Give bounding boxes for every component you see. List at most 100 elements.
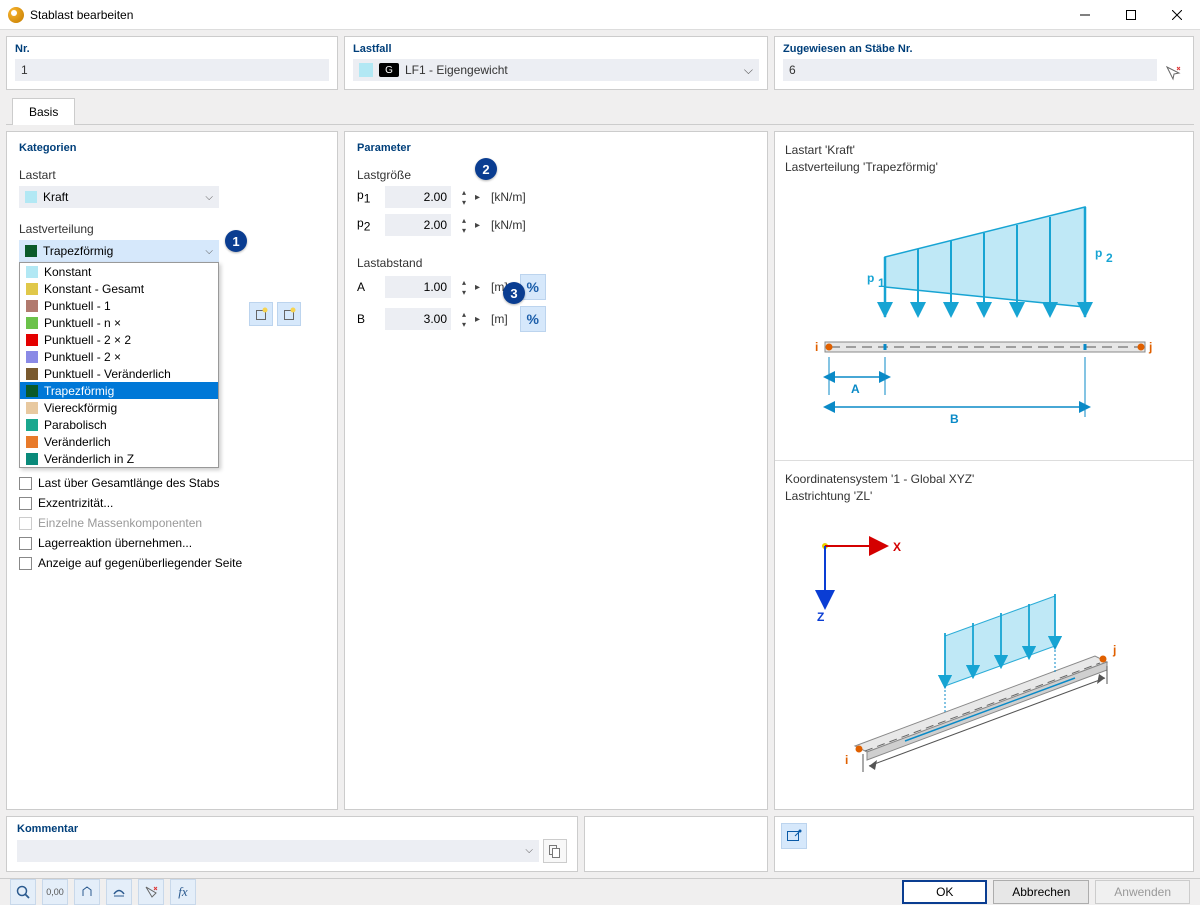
p2-row: p2 2.00 ▴▾ ▸ [kN/m]: [357, 214, 755, 236]
a-up[interactable]: ▴: [459, 277, 469, 287]
p2-down[interactable]: ▾: [459, 225, 469, 235]
maximize-button[interactable]: [1108, 0, 1154, 30]
tool-button-2[interactable]: [106, 879, 132, 905]
dropdown-item-veraenderlich[interactable]: Veränderlich: [20, 433, 218, 450]
b-input[interactable]: 3.00: [385, 308, 451, 330]
help-button[interactable]: [10, 879, 36, 905]
a-label: A: [357, 280, 379, 294]
tool-button-1[interactable]: [74, 879, 100, 905]
dropdown-item-punktuell-n[interactable]: Punktuell - n ×: [20, 314, 218, 331]
tab-bar: Basis: [6, 98, 1194, 125]
dropdown-item-veraenderlich-z[interactable]: Veränderlich in Z: [20, 450, 218, 467]
opt-massenkomponenten: Einzelne Massenkomponenten: [19, 516, 325, 530]
chevron-down-icon: ⌵: [744, 63, 753, 78]
opt-exzentrizitaet[interactable]: Exzentrizität...: [19, 496, 325, 510]
p1-unit: [kN/m]: [491, 190, 526, 204]
b-down[interactable]: ▾: [459, 319, 469, 329]
tool-button-3[interactable]: [138, 879, 164, 905]
lastart-label: Lastart: [19, 168, 325, 182]
header-fields: Nr. 1 Lastfall G LF1 - Eigengewicht ⌵ Zu…: [6, 36, 1194, 90]
opt-lagerreaktion[interactable]: Lagerreaktion übernehmen...: [19, 536, 325, 550]
nr-label: Nr.: [15, 43, 329, 55]
units-button[interactable]: 0,00: [42, 879, 68, 905]
dropdown-item-konstant-gesamt[interactable]: Konstant - Gesamt: [20, 280, 218, 297]
dropdown-item-punktuell-var[interactable]: Punktuell - Veränderlich: [20, 365, 218, 382]
pick-member-button[interactable]: [1163, 63, 1183, 83]
b-up[interactable]: ▴: [459, 309, 469, 319]
lastgroesse-label: Lastgröße: [357, 168, 755, 182]
p1-up[interactable]: ▴: [459, 187, 469, 197]
p2-input[interactable]: 2.00: [385, 214, 451, 236]
svg-text:X: X: [893, 540, 901, 554]
tool-button-4[interactable]: fx: [170, 879, 196, 905]
svg-text:p: p: [867, 271, 874, 285]
dropdown-item-punktuell-1[interactable]: Punktuell - 1: [20, 297, 218, 314]
p1-arrow-icon[interactable]: ▸: [475, 192, 485, 203]
kategorien-heading: Kategorien: [19, 142, 325, 154]
svg-text:1: 1: [878, 276, 885, 290]
lastabstand-label: Lastabstand: [357, 256, 755, 270]
svg-text:i: i: [845, 753, 848, 767]
a-input[interactable]: 1.00: [385, 276, 451, 298]
view-settings-button[interactable]: [781, 823, 807, 849]
svg-text:Z: Z: [817, 610, 824, 624]
p1-input[interactable]: 2.00: [385, 186, 451, 208]
view-tool-panel: [774, 816, 1194, 872]
dropdown-item-trapez[interactable]: Trapezförmig: [20, 382, 218, 399]
dropdown-item-konstant[interactable]: Konstant: [20, 263, 218, 280]
dropdown-item-punktuell-2x2[interactable]: Punktuell - 2 × 2: [20, 331, 218, 348]
lastverteilung-label: Lastverteilung: [19, 222, 325, 236]
footer: 0,00 fx OK Abbrechen Anwenden: [0, 878, 1200, 905]
svg-text:2: 2: [1106, 251, 1113, 265]
p2-label: p2: [357, 216, 379, 233]
bottom-row: Kommentar ⌵: [6, 816, 1194, 872]
p2-arrow-icon[interactable]: ▸: [475, 220, 485, 231]
callout-2: 2: [475, 158, 497, 180]
lastfall-category-badge: G: [379, 63, 399, 77]
b-arrow-icon[interactable]: ▸: [475, 314, 485, 325]
lastart-swatch: [25, 191, 37, 203]
lastart-select[interactable]: Kraft ⌵: [19, 186, 219, 208]
nr-input[interactable]: 1: [15, 59, 329, 81]
new-load-button[interactable]: [249, 302, 273, 326]
app-icon: [8, 7, 24, 23]
coord-system-preview: Koordinatensystem '1 - Global XYZ'Lastri…: [775, 461, 1193, 809]
p1-row: p1 2.00 ▴▾ ▸ [kN/m]: [357, 186, 755, 208]
svg-text:j: j: [1112, 643, 1116, 657]
zugewiesen-box: Zugewiesen an Stäbe Nr. 6: [774, 36, 1194, 90]
p2-up[interactable]: ▴: [459, 215, 469, 225]
lastfall-select[interactable]: G LF1 - Eigengewicht ⌵: [353, 59, 759, 81]
zugewiesen-label: Zugewiesen an Stäbe Nr.: [783, 43, 1185, 55]
p1-label: p1: [357, 188, 379, 205]
lastverteilung-select[interactable]: Trapezförmig ⌵ Konstant Konstant - Gesam…: [19, 240, 219, 262]
tab-basis[interactable]: Basis: [12, 98, 75, 125]
dropdown-item-viereck[interactable]: Viereckförmig: [20, 399, 218, 416]
svg-text:B: B: [950, 412, 959, 426]
window-title: Stablast bearbeiten: [30, 8, 1062, 22]
lastfall-color-swatch: [359, 63, 373, 77]
dropdown-item-parabolisch[interactable]: Parabolisch: [20, 416, 218, 433]
a-down[interactable]: ▾: [459, 287, 469, 297]
kommentar-library-button[interactable]: [543, 839, 567, 863]
dropdown-item-punktuell-2[interactable]: Punktuell - 2 ×: [20, 348, 218, 365]
b-percent-button[interactable]: %: [520, 306, 546, 332]
zugewiesen-input[interactable]: 6: [783, 59, 1157, 81]
b-row: B 3.00 ▴▾ ▸ [m] %: [357, 306, 755, 332]
kategorien-panel: Kategorien Lastart Kraft ⌵ Lastverteilun…: [6, 131, 338, 810]
opt-gesamtlaenge[interactable]: Last über Gesamtlänge des Stabs: [19, 476, 325, 490]
kommentar-label: Kommentar: [17, 823, 567, 835]
kommentar-box: Kommentar ⌵: [6, 816, 578, 872]
chevron-down-icon: ⌵: [525, 845, 533, 856]
a-arrow-icon[interactable]: ▸: [475, 282, 485, 293]
p1-down[interactable]: ▾: [459, 197, 469, 207]
kommentar-select[interactable]: ⌵: [17, 840, 539, 862]
lastverteilung-dropdown: Konstant Konstant - Gesamt Punktuell - 1…: [19, 262, 219, 468]
new-load-alt-button[interactable]: [277, 302, 301, 326]
lastverteilung-swatch: [25, 245, 37, 257]
preview-panel: Lastart 'Kraft'Lastverteilung 'Trapezför…: [774, 131, 1194, 810]
close-button[interactable]: [1154, 0, 1200, 30]
opt-anzeige-gegenueber[interactable]: Anzeige auf gegenüberliegender Seite: [19, 556, 325, 570]
a-row: A 1.00 ▴▾ ▸ [m] %: [357, 274, 755, 300]
p2-unit: [kN/m]: [491, 218, 526, 232]
minimize-button[interactable]: [1062, 0, 1108, 30]
